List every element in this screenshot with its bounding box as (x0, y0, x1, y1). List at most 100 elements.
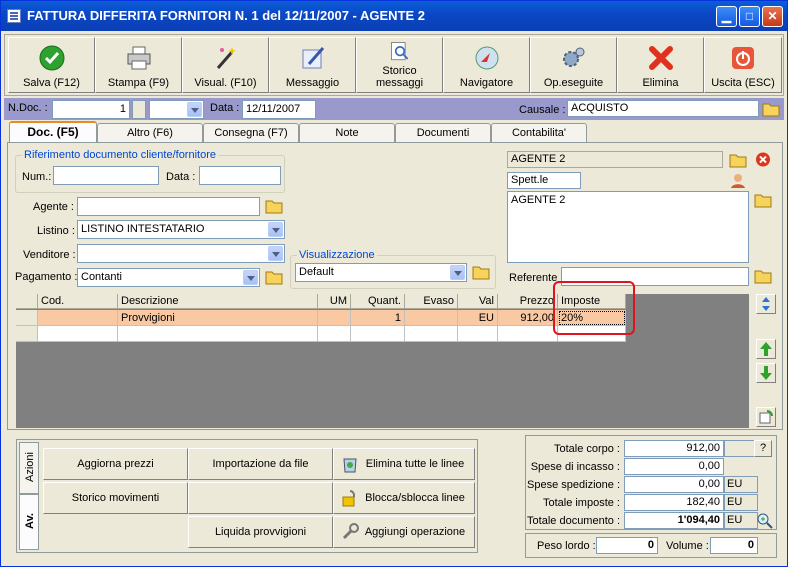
row-selector[interactable] (16, 310, 38, 326)
reference-num-field[interactable] (53, 166, 159, 185)
ndoc-spin-button[interactable] (132, 100, 146, 119)
tab-documenti[interactable]: Documenti (395, 123, 491, 143)
col-descrizione[interactable]: Descrizione (118, 294, 318, 309)
navigator-button[interactable]: Navigatore (443, 37, 530, 93)
folder-icon[interactable] (265, 268, 283, 285)
delete-all-lines-button[interactable]: Elimina tutte le linee (333, 448, 475, 480)
cell-descrizione[interactable]: Provvigioni (118, 310, 318, 326)
seller-dropdown[interactable] (77, 244, 285, 263)
volume-field[interactable]: 0 (710, 537, 758, 554)
shipping-fees-field[interactable]: 0,00 (624, 476, 724, 493)
search-document-icon (390, 42, 408, 61)
cell-val[interactable]: EU (458, 310, 498, 326)
maximize-button[interactable]: □ (739, 6, 760, 27)
print-button[interactable]: Stampa (F9) (95, 37, 182, 93)
tab-note[interactable]: Note (299, 123, 395, 143)
reference-date-field[interactable] (199, 166, 281, 185)
executed-ops-button[interactable]: Op.eseguite (530, 37, 617, 93)
agent-label: Agente : (33, 201, 74, 213)
series-dropdown[interactable] (149, 100, 204, 119)
message-button[interactable]: Messaggio (269, 37, 356, 93)
col-quant[interactable]: Quant. (351, 294, 405, 309)
move-down-button[interactable] (756, 363, 776, 383)
movement-history-button[interactable]: Storico movimenti (43, 482, 188, 514)
cell-um[interactable] (318, 326, 351, 342)
help-button[interactable]: ? (754, 440, 772, 457)
salutation-field[interactable]: Spett.le (507, 172, 581, 189)
move-up-button[interactable] (756, 339, 776, 359)
tab-actions[interactable]: Azioni (19, 442, 39, 494)
folder-icon[interactable] (265, 197, 283, 214)
total-document-label: Totale documento : (527, 515, 620, 527)
total-tax-label: Totale imposte : (542, 497, 620, 509)
move-top-button[interactable] (756, 294, 776, 314)
col-val[interactable]: Val (458, 294, 498, 309)
refresh-button[interactable] (756, 407, 776, 427)
cell-cod[interactable] (38, 326, 118, 342)
tab-consegna[interactable]: Consegna (F7) (203, 123, 299, 143)
total-body-field: 912,00 (624, 440, 724, 457)
cell-prezzo[interactable] (498, 326, 558, 342)
cell-cod[interactable] (38, 310, 118, 326)
ndoc-field[interactable]: 1 (52, 100, 130, 119)
trash-icon (343, 458, 357, 473)
cell-quant[interactable]: 1 (351, 310, 405, 326)
row-selector[interactable] (16, 326, 38, 342)
exit-button[interactable]: Uscita (ESC) (704, 37, 782, 93)
collection-fees-label: Spese di incasso : (530, 461, 620, 473)
total-document-field: 1'094,40 (624, 512, 724, 529)
minimize-button[interactable]: ▁ (716, 6, 737, 27)
chevron-down-icon (187, 102, 202, 117)
folder-icon[interactable] (754, 191, 772, 208)
chevron-down-icon (268, 246, 283, 261)
col-prezzo[interactable]: Prezzo (498, 294, 558, 309)
tab-altro[interactable]: Altro (F6) (97, 123, 203, 143)
date-field[interactable]: 12/11/2007 (242, 100, 316, 119)
cell-evaso[interactable] (405, 326, 458, 342)
zoom-icon[interactable] (756, 512, 774, 529)
document-header-bar: N.Doc. : 1 Data : 12/11/2007 Causale : A… (4, 98, 784, 120)
col-cod[interactable]: Cod. (38, 294, 118, 309)
user-icon[interactable] (729, 172, 747, 189)
tab-advanced[interactable]: Av. (19, 494, 39, 550)
folder-icon[interactable] (472, 263, 490, 280)
address-textarea[interactable]: AGENTE 2 (507, 191, 749, 263)
agent-field[interactable] (77, 197, 260, 216)
message-history-button[interactable]: Storico messaggi (356, 37, 443, 93)
cell-prezzo[interactable]: 912,00 (498, 310, 558, 326)
listino-dropdown[interactable]: LISTINO INTESTATARIO (77, 220, 285, 239)
liquidate-commissions-button[interactable]: Liquida provvigioni (188, 516, 333, 548)
tab-contabilita[interactable]: Contabilita' (491, 123, 587, 143)
cell-val[interactable] (458, 326, 498, 342)
cell-descrizione[interactable] (118, 326, 318, 342)
save-button[interactable]: Salva (F12) (8, 37, 95, 93)
causale-field[interactable]: ACQUISTO (567, 100, 759, 117)
cell-um[interactable] (318, 310, 351, 326)
checkmark-icon (39, 45, 64, 71)
remove-icon[interactable] (754, 151, 772, 168)
folder-icon[interactable] (754, 267, 772, 284)
delete-button[interactable]: Elimina (617, 37, 704, 93)
close-button[interactable]: ✕ (762, 6, 783, 27)
add-operation-button[interactable]: Aggiungi operazione (333, 516, 475, 548)
row-header-corner (16, 294, 38, 309)
payment-dropdown[interactable]: Contanti (77, 268, 260, 287)
col-evaso[interactable]: Evaso (405, 294, 458, 309)
import-file-button[interactable]: Importazione da file (188, 448, 333, 480)
reference-group-title: Riferimento documento cliente/fornitore (22, 149, 218, 161)
gross-weight-label: Peso lordo : (537, 540, 596, 552)
folder-icon[interactable] (729, 151, 747, 168)
gross-weight-field[interactable]: 0 (596, 537, 658, 554)
cell-evaso[interactable] (405, 310, 458, 326)
lock-lines-button[interactable]: Blocca/sblocca linee (333, 482, 475, 514)
folder-icon[interactable] (762, 100, 780, 117)
empty-action-button[interactable] (188, 482, 333, 514)
view-dropdown[interactable]: Default (295, 263, 467, 282)
collection-fees-field[interactable]: 0,00 (624, 458, 724, 475)
preview-button[interactable]: Visual. (F10) (182, 37, 269, 93)
update-prices-button[interactable]: Aggiorna prezzi (43, 448, 188, 480)
col-um[interactable]: UM (318, 294, 351, 309)
tab-doc[interactable]: Doc. (F5) (9, 121, 97, 143)
date-label: Data : (210, 102, 240, 114)
cell-quant[interactable] (351, 326, 405, 342)
